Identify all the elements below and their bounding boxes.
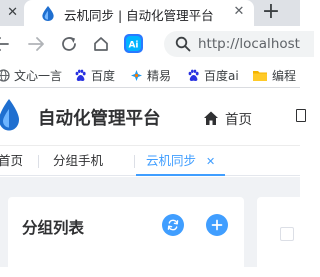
jingyi-icon [131,69,142,81]
browser-tab-active[interactable]: 云机同步 | 自动化管理平台 ✕ [24,0,254,26]
bookmark-label: 文心一言 [14,68,63,83]
bookmark-label: 百度ai [204,68,239,83]
plus-icon [211,219,223,231]
tag-label: 分组手机 [53,153,104,168]
group-list-title: 分组列表 [22,219,85,237]
tag-cloud-sync[interactable]: 云机同步 ✕ [136,146,226,176]
tab-close-icon[interactable]: ✕ [7,5,18,20]
nav-home-label: 首页 [225,112,252,128]
svg-text:Ai: Ai [128,41,138,51]
bookmark-wenxin[interactable]: 文心一言 [0,67,62,83]
tag-close-icon[interactable]: ✕ [206,155,215,168]
nav-home[interactable]: 首页 [203,108,252,128]
app-header: 自动化管理平台 首页 [0,89,306,146]
address-bar[interactable] [164,31,318,57]
tag-group-phones[interactable]: 分组手机 [53,146,103,176]
refresh-button[interactable] [162,214,184,236]
tag-divider [134,155,135,168]
browser-tab-previous[interactable]: ✕ [0,2,20,26]
app-title: 自动化管理平台 [38,109,161,129]
bookmarks-bar: 文心一言 百度 精易 百度ai 编程 [0,60,300,88]
water-drop-favicon-icon [42,6,54,21]
tag-home[interactable]: 首页 [0,146,23,176]
bookmark-label: 编程 [272,68,297,83]
bookmark-label: 精易 [147,68,172,83]
browser-tab-strip: ✕ 云机同步 | 自动化管理平台 ✕ + [0,0,300,26]
bookmark-label: 百度 [91,68,116,83]
new-tab-button[interactable]: + [260,1,282,23]
address-input[interactable] [198,34,318,54]
add-group-button[interactable] [206,214,228,236]
reload-icon[interactable] [60,35,78,53]
baidu-paw-icon [75,69,86,81]
bookmark-folder-biancheng[interactable]: 编程 [252,67,296,83]
bookmark-jingyi[interactable]: 精易 [130,67,171,83]
select-all-checkbox[interactable] [280,227,294,241]
browser-tab-title: 云机同步 | 自动化管理平台 [64,8,214,23]
bookmark-baidu-ai[interactable]: 百度ai [187,67,239,83]
search-icon [175,36,191,52]
tags-bar: 首页 分组手机 云机同步 ✕ [0,146,300,176]
tag-label: 云机同步 [146,153,197,168]
refresh-icon [167,219,179,231]
nav-document-icon[interactable] [296,109,306,122]
home-icon[interactable] [92,35,110,53]
back-arrow-icon[interactable] [0,35,10,53]
content-area: 分组列表 [0,177,317,277]
globe-icon [0,68,10,82]
home-icon [204,111,218,125]
folder-icon [253,70,267,81]
ai-extension-icon[interactable]: Ai [124,34,143,53]
group-list-card: 分组列表 [8,197,244,277]
browser-toolbar: Ai [0,26,318,60]
tag-divider [38,155,39,168]
water-drop-logo-icon [0,99,19,131]
forward-arrow-icon[interactable] [27,35,45,53]
baidu-paw-icon [188,69,199,81]
bookmark-baidu[interactable]: 百度 [74,67,115,83]
device-list-card [257,197,317,277]
tag-label: 首页 [0,153,24,168]
tab-close-icon[interactable]: ✕ [231,4,247,20]
